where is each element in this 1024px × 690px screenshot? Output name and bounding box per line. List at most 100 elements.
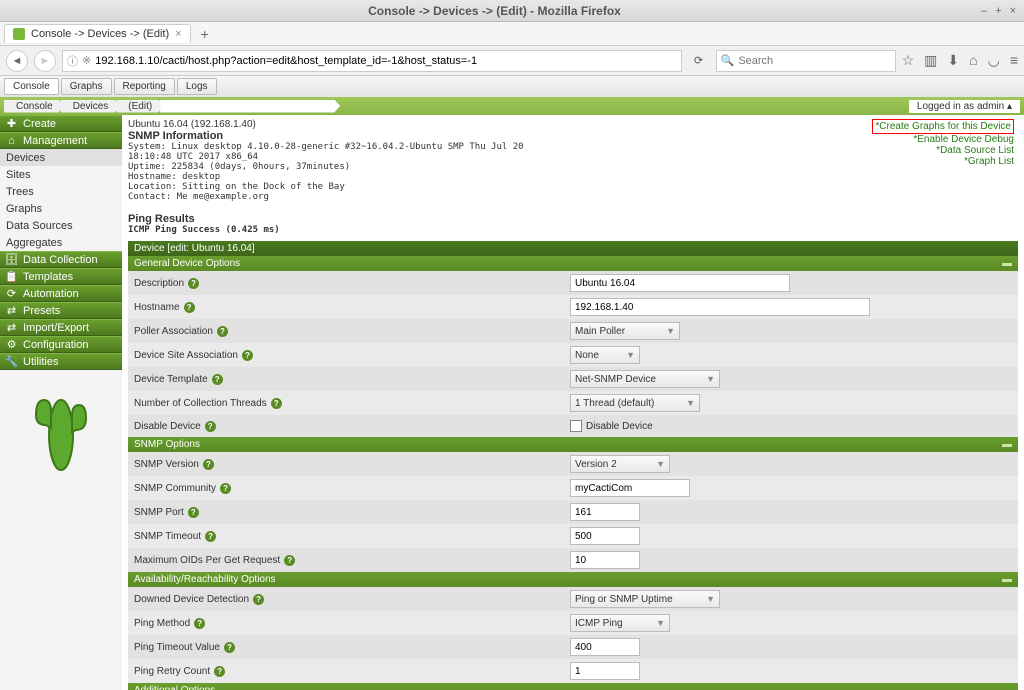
window-title: Console -> Devices -> (Edit) - Mozilla F… — [8, 4, 981, 18]
nav-trees[interactable]: Trees — [0, 183, 122, 200]
ping-timeout-input[interactable] — [570, 638, 640, 656]
collapse-icon[interactable]: ▬ — [1002, 685, 1012, 690]
forward-button[interactable]: ► — [34, 50, 56, 72]
nav-import-export[interactable]: ⇄Import/Export — [0, 319, 122, 336]
minimize-icon[interactable]: – — [981, 5, 987, 17]
nav-management[interactable]: ⌂Management — [0, 132, 122, 149]
nav-aggregates[interactable]: Aggregates — [0, 234, 122, 251]
help-icon[interactable]: ? — [224, 642, 235, 653]
help-icon[interactable]: ? — [253, 594, 264, 605]
help-icon[interactable]: ? — [214, 666, 225, 677]
nav-presets[interactable]: ⇄Presets — [0, 302, 122, 319]
disable-checkbox-label: Disable Device — [586, 421, 653, 432]
bookmark-icon[interactable]: ☆ — [902, 52, 915, 69]
browser-urlbar: ◄ ► ⓘ ※ ⟳ 🔍 ☆ ▥ ⬇ ⌂ ◡ ≡ — [0, 46, 1024, 76]
browser-tab[interactable]: Console -> Devices -> (Edit) × — [4, 24, 191, 43]
logged-in-label[interactable]: Logged in as admin ▴ — [909, 100, 1020, 113]
database-icon: 🗄 — [6, 254, 17, 265]
ping-retry-input[interactable] — [570, 662, 640, 680]
new-tab-button[interactable]: + — [197, 26, 213, 42]
help-icon[interactable]: ? — [242, 350, 253, 361]
collapse-icon[interactable]: ▬ — [1002, 574, 1012, 585]
maximize-icon[interactable]: + — [995, 5, 1001, 17]
snmp-timeout-input[interactable] — [570, 527, 640, 545]
help-icon[interactable]: ? — [205, 421, 216, 432]
help-icon[interactable]: ? — [271, 398, 282, 409]
nav-devices[interactable]: Devices — [0, 149, 122, 166]
address-bar[interactable]: ⓘ ※ — [62, 50, 682, 72]
downed-select[interactable]: Ping or SNMP Uptime▼ — [570, 590, 720, 608]
tab-close-icon[interactable]: × — [175, 28, 181, 40]
template-select[interactable]: Net-SNMP Device▼ — [570, 370, 720, 388]
nav-create[interactable]: ✚Create — [0, 115, 122, 132]
poller-select[interactable]: Main Poller▼ — [570, 322, 680, 340]
home-icon[interactable]: ⌂ — [969, 52, 977, 69]
row-snmp-version: SNMP Version? Version 2▼ — [128, 452, 1018, 476]
row-snmp-port: SNMP Port? — [128, 500, 1018, 524]
help-icon[interactable]: ? — [212, 374, 223, 385]
nav-data-sources[interactable]: Data Sources — [0, 217, 122, 234]
link-graph-list[interactable]: *Graph List — [872, 156, 1014, 167]
menu-icon[interactable]: ≡ — [1010, 52, 1018, 69]
search-input[interactable] — [738, 55, 890, 67]
description-input[interactable] — [570, 274, 790, 292]
nav-graphs[interactable]: Graphs — [0, 200, 122, 217]
url-input[interactable] — [95, 55, 676, 67]
search-box[interactable]: 🔍 — [716, 50, 896, 72]
help-icon[interactable]: ? — [188, 507, 199, 518]
snmp-info-heading: SNMP Information — [128, 130, 223, 142]
help-icon[interactable]: ? — [184, 302, 195, 313]
help-icon[interactable]: ? — [217, 326, 228, 337]
nav-data-collection[interactable]: 🗄Data Collection — [0, 251, 122, 268]
snmp-community-input[interactable] — [570, 479, 690, 497]
row-site: Device Site Association? None▼ — [128, 343, 1018, 367]
tab-graphs[interactable]: Graphs — [61, 78, 112, 95]
help-icon[interactable]: ? — [220, 483, 231, 494]
snmp-version-select[interactable]: Version 2▼ — [570, 455, 670, 473]
row-hostname: Hostname? — [128, 295, 1018, 319]
tab-console[interactable]: Console — [4, 78, 59, 95]
device-edit-header: Device [edit: Ubuntu 16.04] — [128, 241, 1018, 256]
cacti-favicon — [13, 28, 25, 40]
collapse-icon[interactable]: ▬ — [1002, 439, 1012, 450]
crumb-console[interactable]: Console — [4, 100, 65, 113]
help-icon[interactable]: ? — [284, 555, 295, 566]
nav-sites[interactable]: Sites — [0, 166, 122, 183]
collapse-icon[interactable]: ▬ — [1002, 258, 1012, 269]
help-icon[interactable]: ? — [194, 618, 205, 629]
nav-templates[interactable]: 📋Templates — [0, 268, 122, 285]
tab-reporting[interactable]: Reporting — [114, 78, 175, 95]
ping-method-select[interactable]: ICMP Ping▼ — [570, 614, 670, 632]
nav-utilities[interactable]: 🔧Utilities — [0, 353, 122, 370]
link-data-source-list[interactable]: *Data Source List — [872, 145, 1014, 156]
cacti-logo — [26, 380, 96, 480]
link-create-graphs[interactable]: *Create Graphs for this Device — [872, 119, 1014, 134]
home-icon: ⌂ — [6, 135, 17, 146]
close-icon[interactable]: × — [1010, 5, 1016, 17]
crumb-gap — [160, 100, 340, 113]
downloads-icon[interactable]: ⬇ — [947, 52, 959, 69]
threads-select[interactable]: 1 Thread (default)▼ — [570, 394, 700, 412]
back-button[interactable]: ◄ — [6, 50, 28, 72]
app-tabs: Console Graphs Reporting Logs — [0, 76, 1024, 97]
nav-automation[interactable]: ⟳Automation — [0, 285, 122, 302]
reload-button[interactable]: ⟳ — [688, 50, 710, 72]
additional-header: Additional Options▬ — [128, 683, 1018, 690]
hostname-input[interactable] — [570, 298, 870, 316]
crumb-edit[interactable]: (Edit) — [116, 100, 164, 113]
site-select[interactable]: None▼ — [570, 346, 640, 364]
snmp-port-input[interactable] — [570, 503, 640, 521]
crumb-devices[interactable]: Devices — [61, 100, 121, 113]
help-icon[interactable]: ? — [203, 459, 214, 470]
help-icon[interactable]: ? — [205, 531, 216, 542]
disable-checkbox[interactable] — [570, 420, 582, 432]
max-oids-input[interactable] — [570, 551, 640, 569]
pocket-icon[interactable]: ◡ — [988, 52, 1000, 69]
row-disable: Disable Device? Disable Device — [128, 415, 1018, 437]
nav-configuration[interactable]: ⚙Configuration — [0, 336, 122, 353]
tab-logs[interactable]: Logs — [177, 78, 217, 95]
snmp-contact: Contact: Me me@example.org — [128, 192, 1018, 202]
help-icon[interactable]: ? — [188, 278, 199, 289]
library-icon[interactable]: ▥ — [924, 52, 937, 69]
link-enable-debug[interactable]: *Enable Device Debug — [872, 134, 1014, 145]
